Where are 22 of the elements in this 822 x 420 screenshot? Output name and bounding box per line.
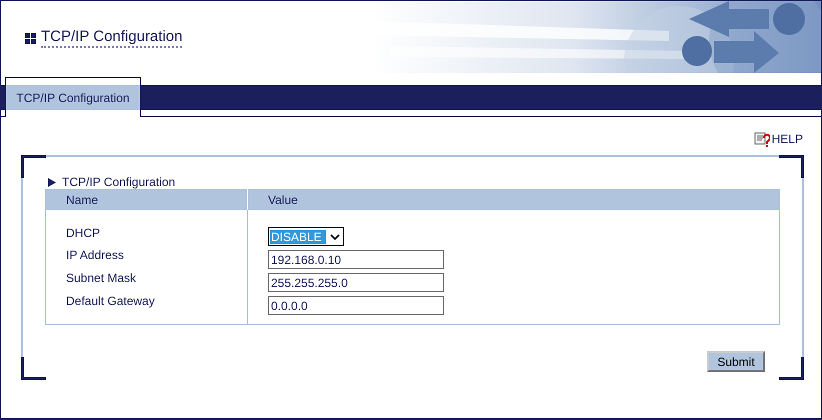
column-header: Value [248, 190, 780, 210]
corner-bracket [21, 357, 46, 380]
submit-button[interactable]: Submit [707, 351, 765, 372]
corner-bracket [21, 155, 46, 178]
field-label: Subnet Mask [66, 271, 136, 285]
triangle-icon [48, 178, 56, 186]
corner-bracket [779, 357, 804, 380]
input-field[interactable]: 0.0.0.0 [268, 296, 444, 315]
input-field[interactable]: 255.255.255.0 [268, 273, 444, 292]
field-label: DHCP [66, 226, 100, 240]
tab[interactable]: TCP/IP Configuration [5, 77, 141, 117]
column-header: Name [46, 190, 248, 210]
help-link[interactable]: HELP [754, 131, 803, 147]
corner-bracket [779, 155, 804, 178]
help-icon [754, 131, 770, 147]
page-title: TCP/IP Configuration [41, 28, 182, 48]
field-label: IP Address [66, 248, 124, 262]
input-field[interactable]: 192.168.0.10 [268, 250, 444, 269]
section-title: TCP/IP Configuration [62, 175, 176, 189]
grid-icon [25, 32, 36, 44]
field-label: Default Gateway [66, 294, 155, 308]
caret-icon [330, 234, 340, 240]
